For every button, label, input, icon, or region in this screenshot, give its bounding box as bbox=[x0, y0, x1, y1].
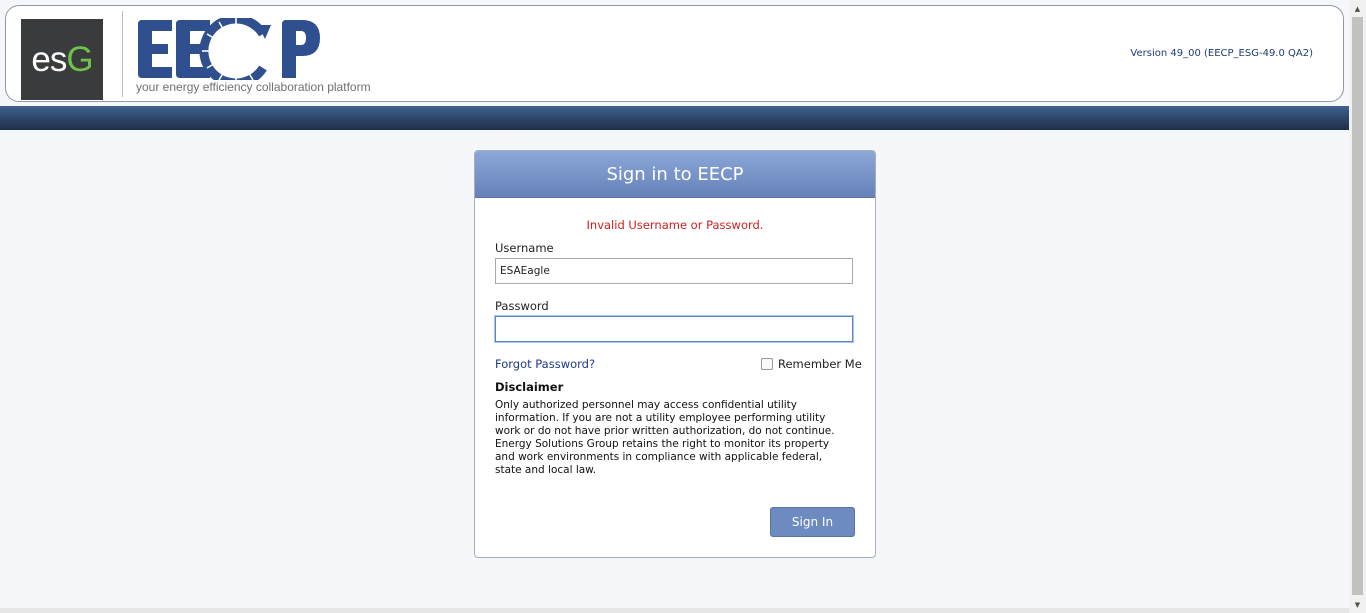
login-title: Sign in to EECP bbox=[475, 151, 875, 198]
disclaimer-title: Disclaimer bbox=[495, 380, 564, 394]
esg-logo-prefix: es bbox=[31, 40, 67, 79]
remember-me-label: Remember Me bbox=[778, 357, 862, 371]
esg-logo-suffix: G bbox=[66, 40, 93, 79]
esg-logo-text: esG bbox=[31, 40, 93, 79]
disclaimer-line: Energy Solutions Group retains the right… bbox=[495, 438, 830, 450]
sign-in-button[interactable]: Sign In bbox=[770, 507, 855, 537]
bottom-strip bbox=[0, 608, 1349, 613]
password-input[interactable] bbox=[495, 316, 853, 342]
esg-logo: esG bbox=[21, 19, 103, 100]
vertical-scrollbar[interactable]: ▲ ▼ bbox=[1349, 0, 1366, 613]
page: esG your energy efficiency collaboration… bbox=[0, 0, 1349, 613]
error-message: Invalid Username or Password. bbox=[586, 218, 764, 232]
header-band bbox=[0, 106, 1349, 130]
scroll-up-icon[interactable]: ▲ bbox=[1349, 0, 1366, 17]
remember-me-checkbox[interactable] bbox=[761, 358, 773, 370]
password-label: Password bbox=[495, 299, 549, 313]
logo-divider bbox=[122, 11, 123, 97]
forgot-password-link[interactable]: Forgot Password? bbox=[495, 357, 595, 371]
disclaimer-line: state and local law. bbox=[495, 464, 597, 476]
disclaimer-line: and work environments in compliance with… bbox=[495, 451, 823, 463]
scroll-thumb[interactable] bbox=[1352, 17, 1363, 595]
disclaimer-line: Only authorized personnel may access con… bbox=[495, 399, 797, 411]
remember-me[interactable]: Remember Me bbox=[761, 357, 862, 371]
disclaimer-line: information. If you are not a utility em… bbox=[495, 412, 826, 424]
scroll-down-icon[interactable]: ▼ bbox=[1349, 596, 1366, 613]
username-label: Username bbox=[495, 241, 554, 255]
eecp-logo bbox=[138, 18, 320, 80]
disclaimer-text: Only authorized personnel may access con… bbox=[495, 399, 855, 477]
login-panel: Sign in to EECP Invalid Username or Pass… bbox=[474, 150, 876, 558]
username-input[interactable] bbox=[495, 258, 853, 284]
version-label: Version 49_00 (EECP_ESG-49.0 QA2) bbox=[1130, 48, 1313, 59]
tagline: your energy efficiency collaboration pla… bbox=[136, 80, 371, 94]
header: esG your energy efficiency collaboration… bbox=[5, 5, 1344, 102]
disclaimer-line: work or do not have prior written author… bbox=[495, 425, 835, 437]
